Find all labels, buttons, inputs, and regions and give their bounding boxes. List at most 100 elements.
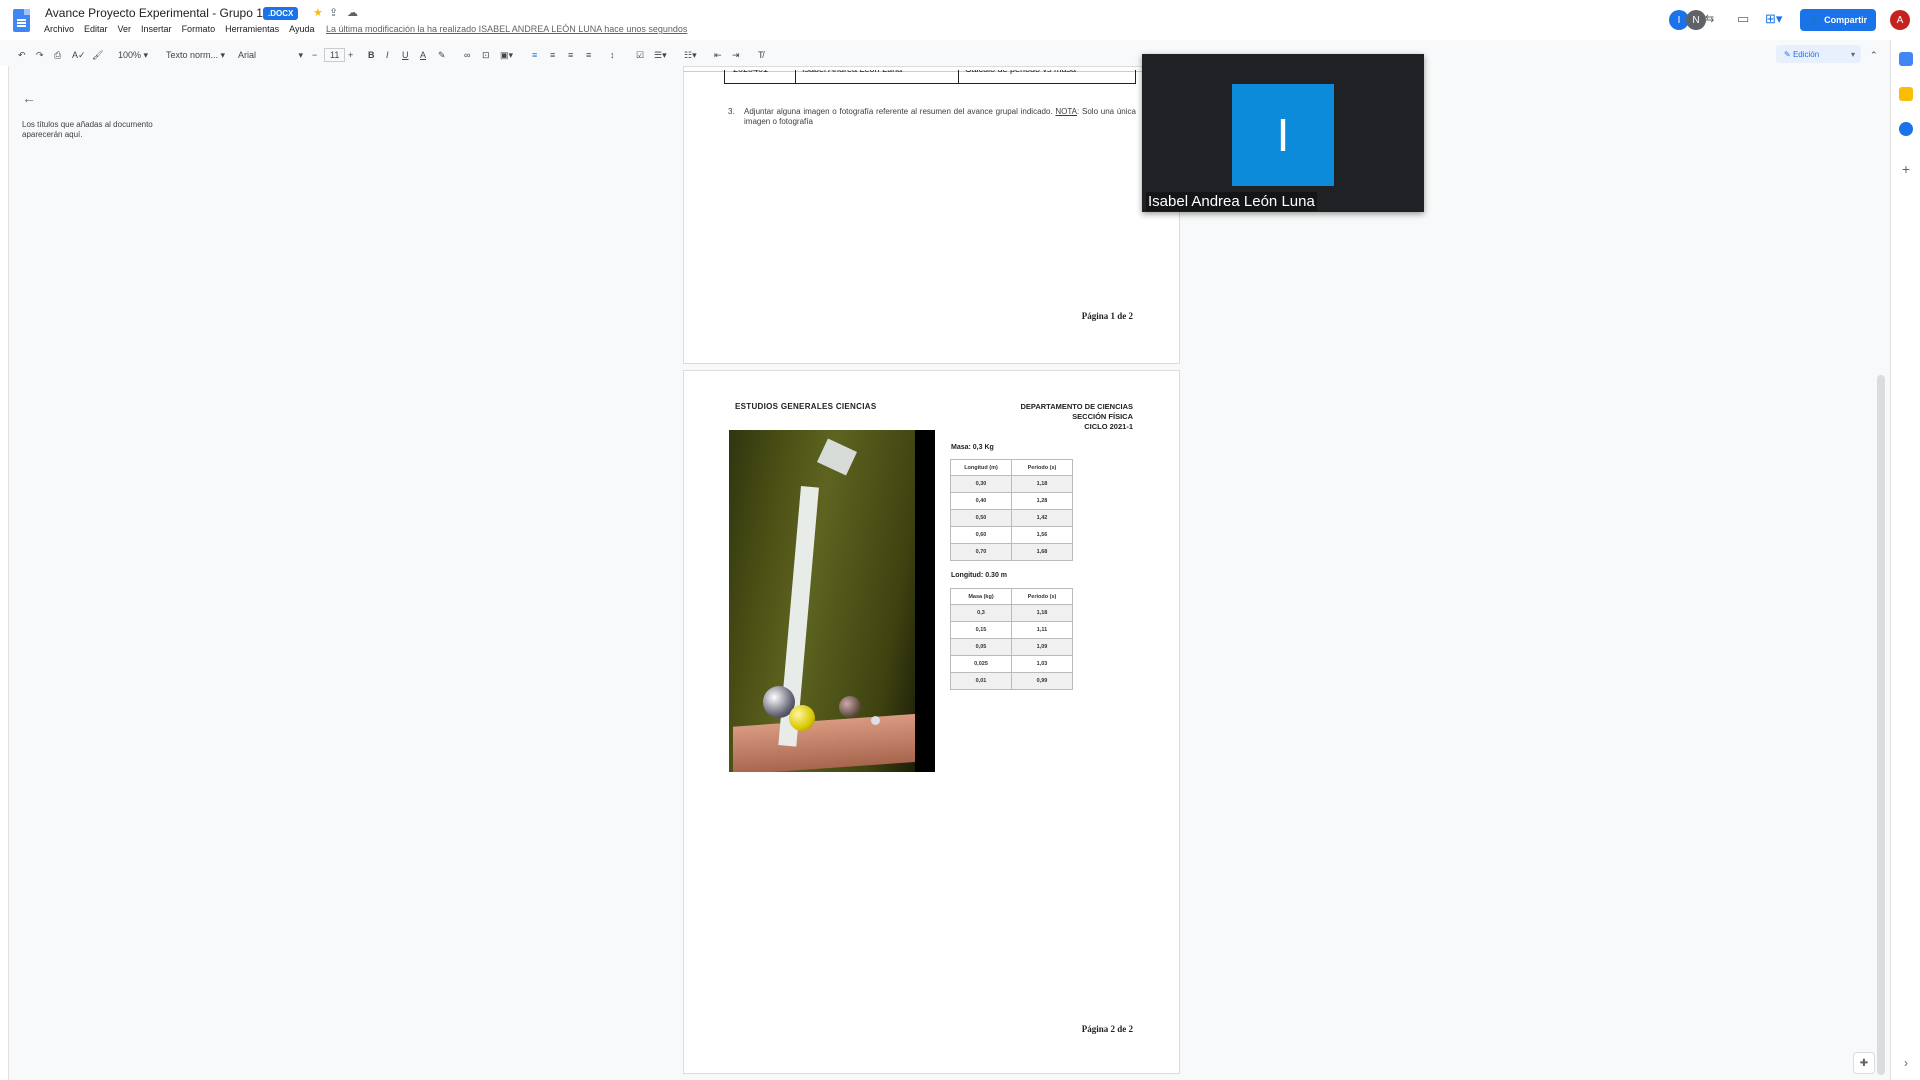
mode-value: Edición: [1792, 49, 1820, 59]
increase-size-button[interactable]: +: [348, 45, 353, 65]
table-cell: 1,11: [1011, 621, 1073, 639]
table-cell: 1,56: [1011, 526, 1073, 544]
align-center-icon[interactable]: ≡: [550, 45, 555, 65]
table-cell: 0,025: [950, 655, 1012, 673]
justify-icon[interactable]: ≡: [586, 45, 591, 65]
share-label: Compartir: [1824, 15, 1868, 25]
move-icon[interactable]: ⇪: [329, 6, 338, 19]
align-left-icon[interactable]: ≡: [532, 45, 537, 65]
item-text: Adjuntar alguna imagen o fotografía refe…: [744, 107, 1053, 116]
decrease-size-button[interactable]: −: [312, 45, 317, 65]
header-left: ESTUDIOS GENERALES CIENCIAS: [735, 402, 877, 411]
style-select[interactable]: Texto norm... ▾: [166, 45, 225, 65]
scrollbar[interactable]: [1877, 375, 1885, 1075]
table-cell: 1,18: [1011, 604, 1073, 622]
table-cell: 0,70: [950, 543, 1012, 561]
collapse-menus-icon[interactable]: ⌃: [1870, 45, 1878, 65]
redo-icon[interactable]: ↷: [36, 45, 44, 65]
side-panel: + ›: [1890, 40, 1920, 1080]
video-call-tile[interactable]: I Isabel Andrea León Luna: [1142, 54, 1424, 212]
table-row: 0,025 1,03: [950, 655, 1073, 673]
numbered-list-icon[interactable]: ☷▾: [684, 45, 697, 65]
person-icon: 👤: [1808, 14, 1821, 25]
page-2[interactable]: ESTUDIOS GENERALES CIENCIAS DEPARTAMENTO…: [683, 370, 1180, 1074]
increase-indent-icon[interactable]: ⇥: [732, 45, 740, 65]
more-users-icon[interactable]: ⇆: [1705, 12, 1714, 25]
table-cell: 1,42: [1011, 509, 1073, 527]
clear-formatting-icon[interactable]: T̸: [758, 45, 764, 65]
document-title[interactable]: Avance Proyecto Experimental - Grupo 12: [45, 6, 270, 20]
table-cell: 0,01: [950, 672, 1012, 690]
font-select[interactable]: Arial ▾: [238, 45, 303, 65]
text-color-icon[interactable]: A: [420, 45, 426, 65]
menu-ayuda[interactable]: Ayuda: [289, 24, 314, 34]
image-icon[interactable]: ▣▾: [500, 45, 513, 65]
table-cell: 0,30: [950, 475, 1012, 493]
zoom-select[interactable]: 100% ▾: [118, 45, 148, 65]
comments-icon[interactable]: ▭: [1737, 11, 1749, 27]
link-icon[interactable]: ∞: [464, 45, 470, 65]
table-cell: Cálculo de periodo vs masa: [958, 70, 1076, 83]
table-cell: 0,50: [950, 509, 1012, 527]
print-icon[interactable]: ⎙: [54, 45, 61, 65]
menu-insertar[interactable]: Insertar: [141, 24, 172, 34]
keep-icon[interactable]: [1899, 87, 1913, 101]
back-arrow-icon[interactable]: ←: [22, 90, 182, 106]
highlight-icon[interactable]: ✎: [438, 45, 446, 65]
tasks-icon[interactable]: [1899, 122, 1913, 136]
masa-title: Masa: 0,3 Kg: [951, 444, 994, 451]
top-bar: Avance Proyecto Experimental - Grupo 12 …: [0, 0, 1920, 40]
account-avatar[interactable]: A: [1890, 10, 1910, 30]
table-cell: 1,09: [1011, 638, 1073, 656]
header-line: DEPARTAMENTO DE CIENCIAS: [1020, 402, 1133, 411]
table-row: 0,60 1,56: [950, 526, 1073, 544]
table-row: 0,3 1,18: [950, 604, 1073, 622]
table-row: 0,40 1,28: [950, 492, 1073, 510]
italic-icon[interactable]: I: [386, 45, 389, 65]
font-size-input[interactable]: 11: [324, 48, 346, 62]
star-icon[interactable]: ★: [313, 6, 323, 19]
style-value: Texto norm...: [166, 50, 219, 60]
explore-icon[interactable]: ✚: [1853, 1052, 1875, 1074]
line-spacing-icon[interactable]: ↕: [610, 45, 615, 65]
menu-herramientas[interactable]: Herramientas: [225, 24, 279, 34]
menu-bar: Archivo Editar Ver Insertar Formato Herr…: [44, 24, 314, 34]
menu-ver[interactable]: Ver: [118, 24, 132, 34]
longitud-title: Longitud: 0.30 m: [951, 572, 1007, 579]
menu-archivo[interactable]: Archivo: [44, 24, 74, 34]
underline-icon[interactable]: U: [402, 45, 409, 65]
editing-mode-select[interactable]: ✎ Edición ▾: [1776, 45, 1861, 63]
meet-icon[interactable]: ⊞▾: [1765, 11, 1782, 27]
align-right-icon[interactable]: ≡: [568, 45, 573, 65]
checklist-icon[interactable]: ☑: [636, 45, 644, 65]
table-cell: Isabel Andrea León Luna: [795, 70, 902, 83]
add-addon-icon[interactable]: +: [1899, 162, 1913, 176]
share-button[interactable]: 👤 Compartir: [1800, 9, 1876, 31]
menu-formato[interactable]: Formato: [182, 24, 216, 34]
decrease-indent-icon[interactable]: ⇤: [714, 45, 722, 65]
table-cell: 0,3: [950, 604, 1012, 622]
comment-icon[interactable]: ⊡: [482, 45, 490, 65]
avatar[interactable]: N: [1686, 10, 1706, 30]
calendar-icon[interactable]: [1899, 52, 1913, 66]
table-cell: 0,05: [950, 638, 1012, 656]
table-row: 0,70 1,68: [950, 543, 1073, 561]
table-cell: 1,28: [1011, 492, 1073, 510]
spellcheck-icon[interactable]: A✓: [72, 45, 86, 65]
docs-logo-icon[interactable]: [13, 9, 30, 32]
menu-editar[interactable]: Editar: [84, 24, 108, 34]
chevron-right-icon[interactable]: ›: [1899, 1056, 1913, 1070]
undo-icon[interactable]: ↶: [18, 45, 26, 65]
bulleted-list-icon[interactable]: ☰▾: [654, 45, 667, 65]
document-outline: ← Los títulos que añadas al documento ap…: [22, 90, 182, 140]
last-edit-link[interactable]: La última modificación la ha realizado I…: [326, 24, 687, 34]
page-footer: Página 2 de 2: [1081, 1024, 1133, 1034]
page-1[interactable]: 2020401 Isabel Andrea León Luna Cálculo …: [683, 66, 1180, 364]
participant-name: Isabel Andrea León Luna: [1146, 192, 1317, 211]
pendulum-photo[interactable]: [729, 430, 935, 772]
paint-format-icon[interactable]: 🖌: [92, 45, 103, 65]
bold-icon[interactable]: B: [368, 45, 375, 65]
font-value: Arial: [238, 50, 257, 60]
table-cell: 1,03: [1011, 655, 1073, 673]
cloud-status-icon[interactable]: ☁: [347, 6, 358, 19]
